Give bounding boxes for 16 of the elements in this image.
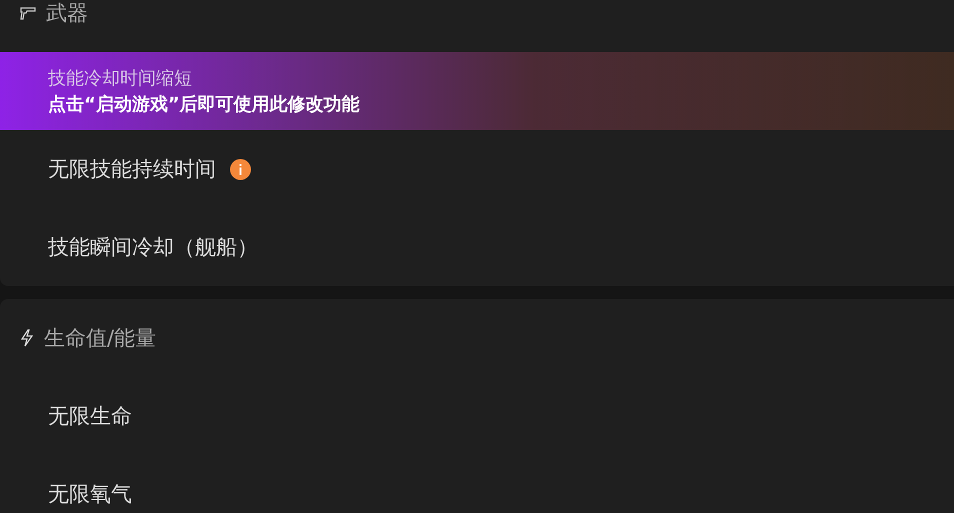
option-label: 无限氧气 [48, 481, 132, 508]
option-row[interactable]: 技能冷却时间缩短 点击“启动游戏”后即可使用此修改功能 [0, 52, 954, 130]
option-row[interactable]: 无限生命 [0, 377, 954, 455]
option-label: 无限生命 [48, 403, 132, 430]
option-label: 技能瞬间冷却（舰船） [48, 234, 258, 261]
option-row[interactable]: 无限氧气 [0, 455, 954, 513]
section-title: 武器 [46, 0, 88, 27]
lightning-icon [20, 329, 34, 347]
option-label: 技能冷却时间缩短 [48, 67, 192, 90]
option-row[interactable]: 无限技能持续时间 [0, 130, 954, 208]
option-label: 无限技能持续时间 [48, 156, 216, 183]
option-row[interactable]: 技能瞬间冷却（舰船） [0, 208, 954, 286]
pistol-icon [20, 6, 36, 20]
option-hint: 点击“启动游戏”后即可使用此修改功能 [48, 93, 361, 116]
info-icon[interactable] [230, 158, 251, 180]
section-title: 生命值/能量 [44, 325, 156, 352]
